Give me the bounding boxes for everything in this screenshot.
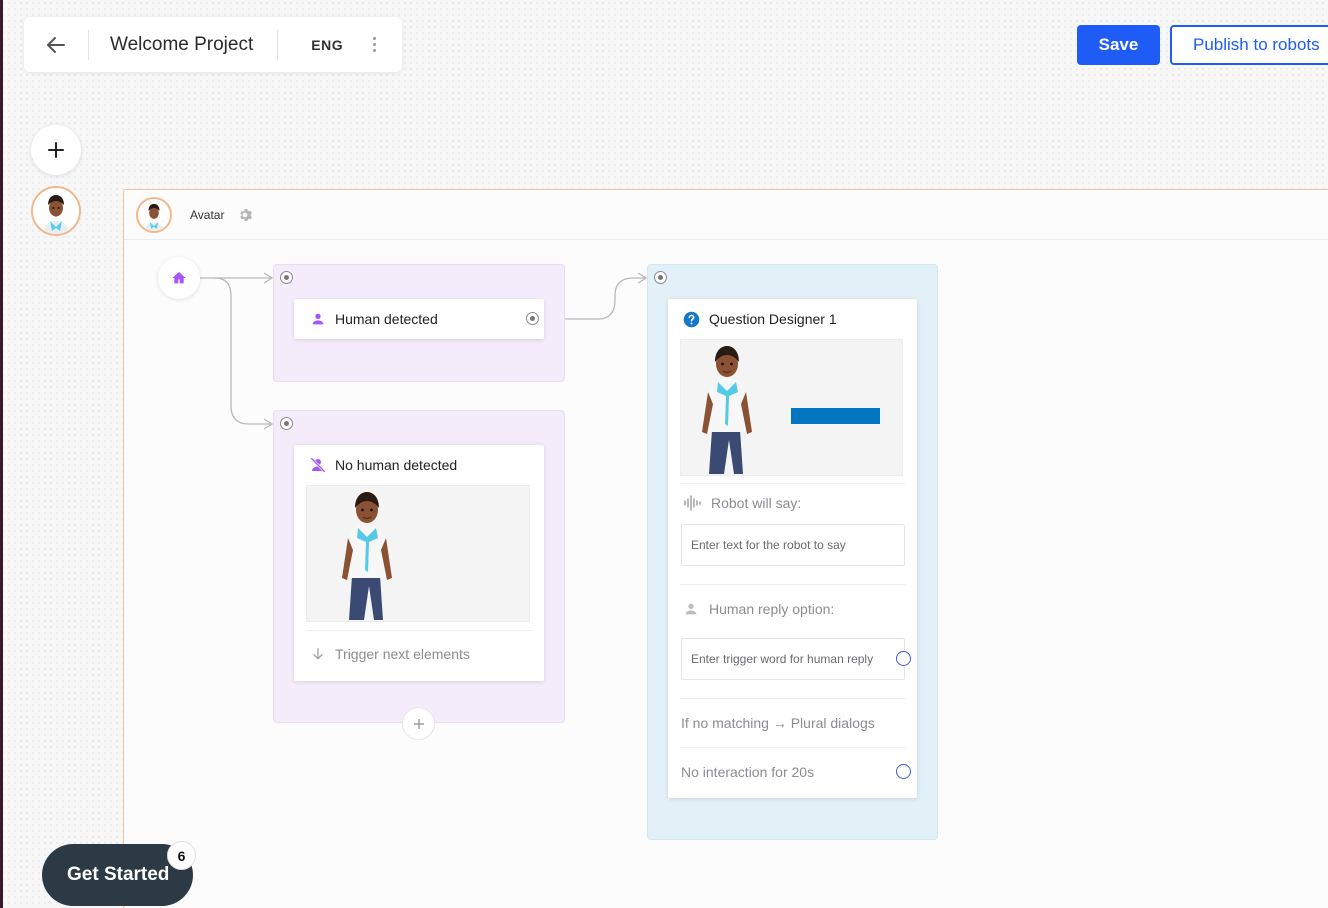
avatar-figure-image: [342, 492, 392, 620]
robot-say-input[interactable]: Enter text for the robot to say: [681, 524, 905, 566]
divider: [306, 630, 532, 631]
human-reply-label: Human reply option:: [709, 601, 835, 617]
notification-badge: 6: [167, 841, 196, 870]
avatar-preview: [680, 339, 903, 476]
robot-say-row: Robot will say:: [683, 495, 801, 511]
divider: [680, 747, 905, 748]
waveform-icon: [684, 495, 701, 511]
reply-output-port[interactable]: [896, 651, 911, 666]
node-human-detected[interactable]: Human detected: [294, 299, 544, 339]
output-port[interactable]: [526, 312, 539, 325]
arrow-down-icon: [313, 648, 323, 660]
person-icon: [685, 603, 697, 615]
node-header: No human detected: [294, 445, 544, 485]
timeout-output-port[interactable]: [896, 764, 911, 779]
node-question-designer[interactable]: Question Designer 1 Robot will say: Ente…: [668, 299, 917, 798]
trigger-next-row[interactable]: Trigger next elements: [310, 646, 470, 662]
person-icon: [312, 313, 324, 325]
start-node[interactable]: [158, 257, 200, 299]
person-off-icon: [310, 457, 326, 473]
divider: [680, 584, 905, 585]
divider: [680, 483, 905, 484]
speech-bar: [791, 408, 880, 424]
input-port[interactable]: [280, 271, 293, 284]
robot-say-label: Robot will say:: [711, 495, 802, 511]
plus-icon: [413, 718, 424, 729]
home-icon: [172, 272, 186, 284]
question-icon: [683, 311, 700, 327]
node-title: No human detected: [335, 457, 458, 473]
node-title: Question Designer 1: [709, 311, 837, 327]
input-port[interactable]: [654, 271, 667, 284]
human-reply-row: Human reply option:: [683, 601, 834, 617]
human-reply-input[interactable]: Enter trigger word for human reply: [681, 638, 905, 680]
node-no-human-detected[interactable]: No human detected Trigger next elements: [294, 445, 544, 681]
avatar-figure-image: [702, 346, 752, 474]
node-header: Question Designer 1: [668, 299, 917, 339]
node-title: Human detected: [335, 311, 438, 327]
divider: [680, 698, 905, 699]
avatar-preview: [306, 485, 530, 622]
no-interaction-label: No interaction for 20s: [681, 764, 815, 780]
add-node-button[interactable]: [402, 707, 435, 740]
input-port[interactable]: [280, 417, 293, 430]
no-match-label: If no matching → Plural dialogs: [681, 715, 875, 731]
trigger-label: Trigger next elements: [335, 646, 470, 662]
